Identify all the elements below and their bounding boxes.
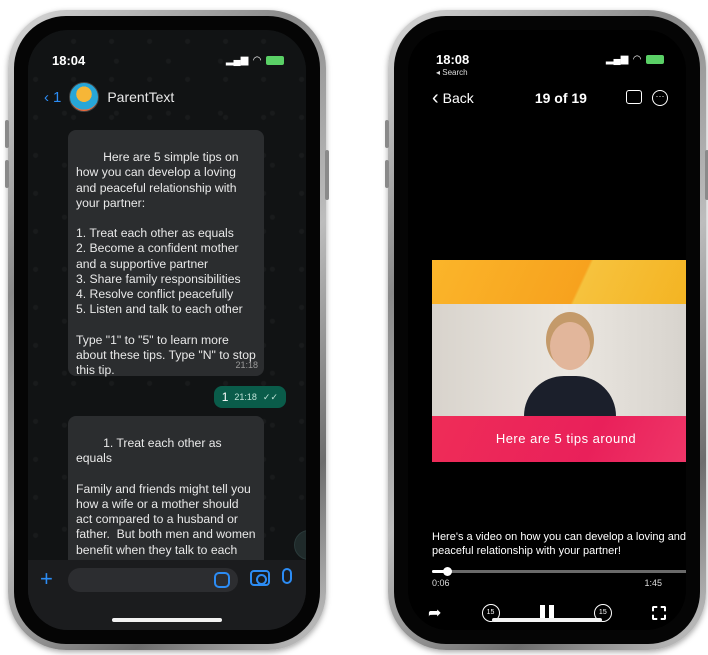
plus-icon[interactable]: + xyxy=(40,568,53,590)
fullscreen-icon[interactable] xyxy=(651,606,666,620)
chat-screen: 18:04 ▂▄▆ ◠ ‹ 1 ParentText Here are 5 si… xyxy=(28,30,306,630)
sticker-icon[interactable] xyxy=(214,572,230,588)
chat-phone: 18:04 ▂▄▆ ◠ ‹ 1 ParentText Here are 5 si… xyxy=(5,10,329,650)
message-input[interactable] xyxy=(68,568,238,592)
breadcrumb[interactable]: ◂ Search xyxy=(436,68,468,77)
wifi-icon: ◠ xyxy=(633,54,641,65)
contact-avatar[interactable] xyxy=(69,82,100,112)
presenter-head xyxy=(550,322,590,370)
video-caption: Here's a video on how you can develop a … xyxy=(432,531,686,557)
video-frame[interactable]: Here are 5 tips around xyxy=(432,260,686,462)
video-banner-top xyxy=(432,260,686,304)
status-icons: ▂▄▆ ◠ xyxy=(226,55,284,66)
skip-back-label: 15 xyxy=(486,609,495,616)
chevron-left-icon: ‹ xyxy=(432,86,439,109)
battery-icon xyxy=(266,55,284,65)
phone-bezel: 18:04 ▂▄▆ ◠ ‹ 1 ParentText Here are 5 si… xyxy=(14,16,320,644)
volume-down-button xyxy=(5,160,9,188)
status-time: 18:04 xyxy=(52,52,86,68)
status-bar: 18:08 ▂▄▆ ◠ xyxy=(436,52,664,67)
back-label: Back xyxy=(442,90,474,106)
message-composer: + xyxy=(28,560,306,630)
microphone-icon[interactable] xyxy=(282,568,292,584)
progress-bar[interactable] xyxy=(432,567,686,576)
picture-in-picture-icon[interactable] xyxy=(626,90,642,104)
volume-down-button xyxy=(385,160,389,188)
scroll-down-icon: ⌄ xyxy=(303,537,306,554)
back-button[interactable]: ‹ 1 xyxy=(44,89,61,106)
volume-up-button xyxy=(385,120,389,148)
outgoing-message[interactable]: 1 21:18 ✓✓ xyxy=(213,386,286,408)
status-time: 18:08 xyxy=(436,52,470,67)
media-actions: ··· xyxy=(626,90,668,106)
total-duration: 1:45 xyxy=(644,578,662,588)
power-button xyxy=(325,150,329,200)
elapsed-time: 0:06 xyxy=(432,578,450,588)
playback-controls: ➦ 15 15 xyxy=(428,598,666,628)
signal-icon: ▂▄▆ xyxy=(605,54,629,65)
share-icon[interactable]: ➦ xyxy=(428,603,441,623)
video-screen: 18:08 ▂▄▆ ◠ ◂ Search ‹ Back 19 of 19 ··· xyxy=(408,30,686,630)
chat-header: ‹ 1 ParentText xyxy=(44,80,290,114)
back-count: 1 xyxy=(53,88,62,106)
status-icons: ▂▄▆ ◠ xyxy=(606,52,664,67)
chevron-left-icon: ‹ xyxy=(44,88,49,106)
camera-icon[interactable] xyxy=(250,570,270,586)
message-text: Here are 5 simple tips on how you can de… xyxy=(76,150,256,378)
volume-up-button xyxy=(5,120,9,148)
message-text: 1 xyxy=(221,390,229,404)
skip-forward-label: 15 xyxy=(598,609,607,616)
message-time: 21:18 xyxy=(235,359,258,370)
wifi-icon: ◠ xyxy=(253,54,261,66)
home-indicator[interactable] xyxy=(492,618,602,622)
progress-scrubber[interactable] xyxy=(442,567,452,576)
media-counter: 19 of 19 xyxy=(534,90,587,106)
back-button[interactable]: ‹ Back xyxy=(432,87,474,110)
video-phone: 18:08 ▂▄▆ ◠ ◂ Search ‹ Back 19 of 19 ··· xyxy=(385,10,708,650)
video-caption-overlay: Here are 5 tips around xyxy=(432,416,686,462)
battery-icon xyxy=(646,55,664,64)
status-bar: 18:04 ▂▄▆ ◠ xyxy=(52,52,284,68)
message-time: 21:18 xyxy=(234,392,257,402)
read-receipt-icon: ✓✓ xyxy=(262,391,278,402)
contact-name[interactable]: ParentText xyxy=(107,89,174,105)
more-icon[interactable]: ··· xyxy=(652,90,668,106)
incoming-message[interactable]: Here are 5 simple tips on how you can de… xyxy=(68,130,264,378)
media-nav-bar: ‹ Back 19 of 19 ··· xyxy=(432,86,668,110)
signal-icon: ▂▄▆ xyxy=(225,54,249,66)
phone-bezel: 18:08 ▂▄▆ ◠ ◂ Search ‹ Back 19 of 19 ··· xyxy=(394,16,700,644)
home-indicator[interactable] xyxy=(112,618,222,622)
